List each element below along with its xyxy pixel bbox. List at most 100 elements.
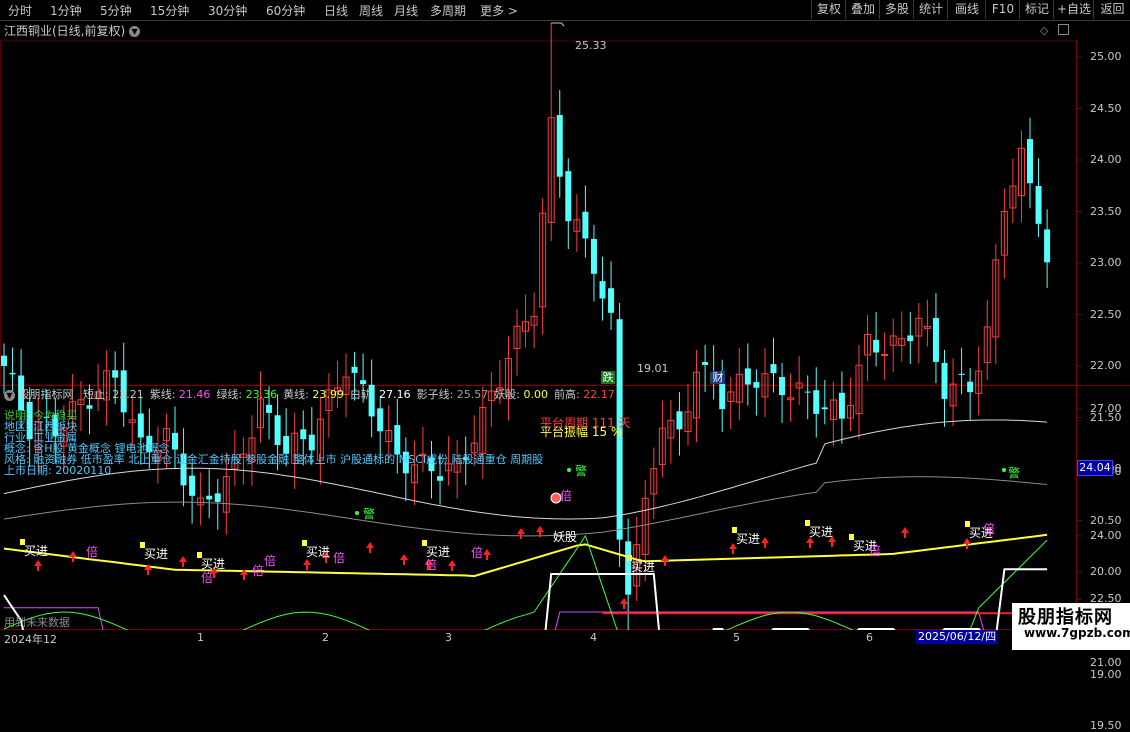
y-tick-label: 25.00 xyxy=(1090,50,1122,63)
candle-body-down xyxy=(779,377,786,396)
candle-body-down xyxy=(804,391,811,393)
indicator-field-value: 23.21 xyxy=(108,388,144,401)
candle-body-down xyxy=(360,380,367,385)
indicator-field-value: 21.46 xyxy=(175,388,211,401)
y-tick-label: 19.00 xyxy=(1090,668,1122,681)
period-more[interactable]: 更多 > xyxy=(480,2,518,19)
candle-body-down xyxy=(437,476,444,481)
indicator-field: 影子线: 25.57 xyxy=(417,388,489,401)
candle-body-down xyxy=(206,495,213,500)
candle-body-down xyxy=(1027,139,1033,184)
candle-body-down xyxy=(189,475,196,496)
candle-body-down xyxy=(932,318,939,362)
high-label: 25.33 xyxy=(575,39,607,52)
indicator-header: ▼ 股朋指标网 短止: 23.21 紫线: 21.46 绿线: 23.36 黄线: 2… xyxy=(0,386,615,401)
buy-signal-label: 买进 xyxy=(736,532,761,546)
period-multi[interactable]: 多周期 xyxy=(430,2,466,19)
mark-button[interactable]: 标记 xyxy=(1019,0,1054,19)
red-arrow-stem xyxy=(966,544,968,549)
chevron-down-icon[interactable]: ▼ xyxy=(4,389,15,401)
low-label: 19.01 xyxy=(637,362,669,375)
period-15min[interactable]: 15分钟 xyxy=(150,2,189,19)
back-button[interactable]: 返回 xyxy=(1093,0,1130,19)
period-fenshi[interactable]: 分时 xyxy=(8,2,32,19)
candle-body-down xyxy=(137,413,144,438)
period-1min[interactable]: 1分钟 xyxy=(50,2,82,19)
indicator-field-label: 前高: xyxy=(554,388,580,401)
bei-signal-label: 倍 xyxy=(333,551,346,565)
overlay-button[interactable]: 叠加 xyxy=(845,0,880,19)
x-axis-label: 5 xyxy=(733,631,740,644)
candle-body-down xyxy=(590,238,597,274)
jing-signal-label: 警 xyxy=(1008,466,1021,480)
shadow-line xyxy=(3,476,1048,537)
jing-signal-label: 警 xyxy=(575,464,588,478)
red-arrow-stem xyxy=(243,575,245,580)
watermark-logo: 股朋指标网 www.7gpzb.com xyxy=(1012,603,1130,650)
red-arrow-stem xyxy=(213,573,215,578)
y-tick-label: 22.50 xyxy=(1090,307,1122,321)
red-arrow-marker xyxy=(536,526,544,532)
event-marker-die[interactable]: 跌 xyxy=(601,371,615,384)
stats-button[interactable]: 统计 xyxy=(913,0,948,19)
period-60min[interactable]: 60分钟 xyxy=(266,2,305,19)
period-day[interactable]: 日线 xyxy=(324,2,348,19)
red-arrow-stem xyxy=(486,555,488,560)
indicator-field-value: 0.00 xyxy=(520,388,549,401)
indicator-field: 绿线: 23.36 xyxy=(216,388,277,401)
high-pointer xyxy=(551,22,565,27)
bei-signal-label: 倍 xyxy=(471,546,484,560)
candle-body-down xyxy=(172,432,178,450)
red-arrow-marker xyxy=(761,537,769,543)
indicator-field-value: 23.36 xyxy=(242,388,278,401)
red-arrow-stem xyxy=(764,543,766,548)
red-arrow-stem xyxy=(72,557,74,562)
candle-body-down xyxy=(958,373,965,375)
indicator-fields: 短止: 23.21 紫线: 21.46 绿线: 23.36 黄线: 23.99 白轨: … xyxy=(77,388,615,401)
add-favorite-button[interactable]: +自选 xyxy=(1053,0,1094,19)
info-line: 上市日期: 20020110 xyxy=(4,464,112,477)
indicator-field-label: 白轨: xyxy=(349,388,376,401)
f10-button[interactable]: F10 xyxy=(985,0,1020,19)
red-arrow-stem xyxy=(809,543,811,548)
period-month[interactable]: 月线 xyxy=(394,2,418,19)
candle-body-down xyxy=(770,364,777,374)
y-tick-label: 24.50 xyxy=(1090,101,1122,115)
candle-body-down xyxy=(676,411,683,430)
indicator-y-tick-label: 24.00 xyxy=(1090,528,1122,542)
indicator-field-label: 妖股: xyxy=(494,388,521,401)
red-arrow-stem xyxy=(520,534,522,539)
main-panel-frame xyxy=(0,40,1077,386)
indicator-field-value: 22.17 xyxy=(579,388,615,401)
candle-body-down xyxy=(112,370,119,378)
period-week[interactable]: 周线 xyxy=(359,2,383,19)
candle-body-down xyxy=(967,381,974,393)
buy-signal-label: 买进 xyxy=(631,560,656,574)
period-5min[interactable]: 5分钟 xyxy=(100,2,132,19)
buy-signal-label: 买进 xyxy=(24,544,49,558)
red-arrow-stem xyxy=(403,560,405,565)
buy-signal-label: 买进 xyxy=(306,545,331,559)
y-tick-label: 23.50 xyxy=(1090,204,1122,218)
candle-body-down xyxy=(377,408,384,432)
x-axis-label: 6 xyxy=(866,631,873,644)
candle-body-down xyxy=(821,407,828,410)
draw-button[interactable]: 画线 xyxy=(947,0,986,19)
indicator-field: 紫线: 21.46 xyxy=(150,388,211,401)
red-arrow-stem xyxy=(147,570,149,575)
y-tick-label: 20.00 xyxy=(1090,565,1122,578)
y-tick-label: 23.00 xyxy=(1090,256,1122,269)
candle-body-up xyxy=(881,354,889,357)
indicator-field-label: 紫线: xyxy=(149,388,176,401)
period-30min[interactable]: 30分钟 xyxy=(208,2,247,19)
candle-body-down xyxy=(838,392,845,419)
indicator-field: 白轨: 27.16 xyxy=(350,388,411,401)
multi-stock-button[interactable]: 多股 xyxy=(879,0,914,19)
fuquan-button[interactable]: 复权 xyxy=(811,0,846,19)
candle-body-down xyxy=(266,404,273,413)
candle-body-down xyxy=(1035,185,1042,224)
red-arrow-marker xyxy=(620,598,628,604)
indicator-name[interactable]: 股朋指标网 xyxy=(19,388,74,401)
event-marker-cai[interactable]: 财 xyxy=(711,371,725,384)
red-arrow-marker xyxy=(661,555,669,561)
